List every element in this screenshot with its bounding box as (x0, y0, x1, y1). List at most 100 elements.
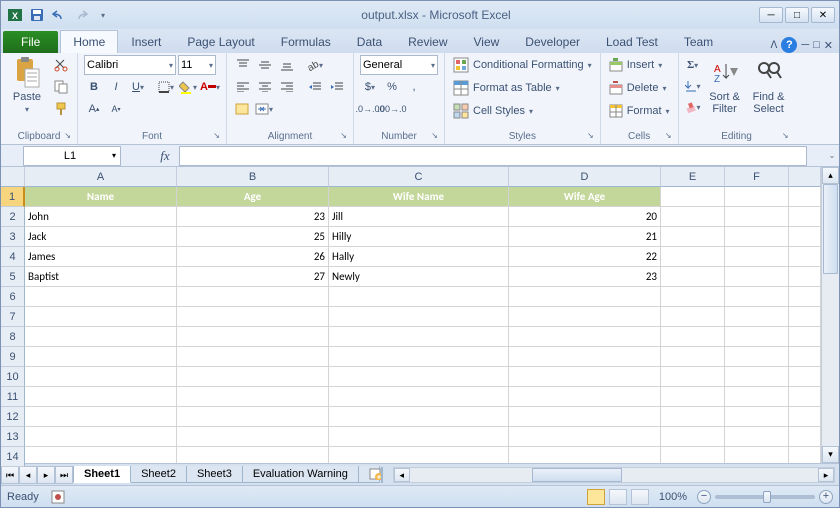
underline-button[interactable]: U▾ (128, 77, 148, 97)
align-top-button[interactable] (233, 55, 253, 75)
cell-grid[interactable]: NameAgeWife NameWife AgeJohn23Jill20Jack… (25, 187, 821, 463)
cell[interactable] (25, 287, 177, 307)
cell[interactable] (509, 447, 661, 463)
cell[interactable] (789, 407, 821, 427)
increase-font-button[interactable]: A▴ (84, 99, 104, 119)
cell[interactable]: Age (177, 187, 329, 207)
cell[interactable] (25, 407, 177, 427)
cell[interactable] (725, 307, 789, 327)
cell[interactable] (789, 367, 821, 387)
fill-button[interactable]: ▾ (685, 76, 701, 96)
delete-cells-button[interactable]: Delete▾ (607, 78, 672, 98)
cell[interactable] (329, 387, 509, 407)
file-tab[interactable]: File (3, 31, 58, 53)
name-box[interactable]: L1▾ (23, 146, 121, 166)
cell[interactable] (789, 187, 821, 207)
cell[interactable] (725, 267, 789, 287)
row-header-10[interactable]: 10 (1, 367, 25, 387)
cell[interactable] (509, 327, 661, 347)
cell[interactable] (25, 427, 177, 447)
expand-formula-bar-icon[interactable]: ⌄ (825, 151, 839, 160)
cell[interactable] (725, 227, 789, 247)
cell[interactable] (789, 207, 821, 227)
row-header-5[interactable]: 5 (1, 267, 25, 287)
ribbon-tab-developer[interactable]: Developer (512, 30, 593, 53)
cell[interactable] (177, 447, 329, 463)
column-headers[interactable]: ABCDEF (25, 167, 821, 187)
sheet-tab-sheet3[interactable]: Sheet3 (186, 466, 243, 483)
cell[interactable] (725, 187, 789, 207)
ribbon-tab-view[interactable]: View (461, 30, 513, 53)
cell[interactable] (661, 327, 725, 347)
cell[interactable] (789, 247, 821, 267)
cell[interactable] (329, 367, 509, 387)
normal-view-button[interactable] (587, 489, 605, 505)
insert-cells-button[interactable]: Insert▾ (607, 55, 672, 75)
clear-button[interactable]: ▾ (685, 97, 701, 117)
sort-filter-button[interactable]: AZ Sort & Filter (705, 55, 745, 117)
percent-format-button[interactable]: % (382, 77, 402, 97)
column-header-D[interactable]: D (509, 167, 661, 187)
cell[interactable] (725, 207, 789, 227)
sheet-nav-next[interactable]: ▸ (37, 466, 55, 484)
cell[interactable]: 22 (509, 247, 661, 267)
cell[interactable]: Wife Age (509, 187, 661, 207)
new-sheet-button[interactable] (358, 466, 380, 483)
cell[interactable] (25, 347, 177, 367)
scroll-up-icon[interactable]: ▴ (822, 167, 839, 184)
cell[interactable] (509, 287, 661, 307)
window-min-doc-icon[interactable]: ─ (801, 39, 809, 51)
comma-format-button[interactable]: , (404, 77, 424, 97)
cell[interactable] (177, 367, 329, 387)
number-format-combo[interactable]: General▾ (360, 55, 438, 75)
formula-bar[interactable] (179, 146, 807, 166)
sheet-tab-evaluation-warning[interactable]: Evaluation Warning (242, 466, 359, 483)
sheet-tab-sheet1[interactable]: Sheet1 (73, 466, 131, 483)
cell[interactable] (509, 307, 661, 327)
row-header-1[interactable]: 1 (1, 187, 25, 207)
cell[interactable] (789, 387, 821, 407)
cell[interactable] (725, 367, 789, 387)
cell[interactable]: 27 (177, 267, 329, 287)
zoom-level[interactable]: 100% (659, 491, 687, 503)
cell[interactable] (329, 427, 509, 447)
cell[interactable]: John (25, 207, 177, 227)
cell[interactable] (661, 347, 725, 367)
cell[interactable] (725, 447, 789, 463)
cell[interactable] (329, 307, 509, 327)
align-left-button[interactable] (233, 77, 253, 97)
orientation-button[interactable]: ab▾ (305, 55, 325, 75)
autosum-button[interactable]: Σ▾ (685, 55, 701, 75)
scroll-down-icon[interactable]: ▾ (822, 446, 839, 463)
cell[interactable]: Newly (329, 267, 509, 287)
save-icon[interactable] (27, 5, 47, 25)
cell[interactable] (177, 427, 329, 447)
select-all-corner[interactable] (1, 167, 25, 187)
sheet-nav-last[interactable]: ⏭ (55, 466, 73, 484)
font-name-combo[interactable]: Calibri▾ (84, 55, 176, 75)
cell[interactable] (177, 387, 329, 407)
excel-icon[interactable]: X (5, 5, 25, 25)
cell[interactable] (329, 327, 509, 347)
page-break-view-button[interactable] (631, 489, 649, 505)
cell[interactable] (25, 447, 177, 463)
cell[interactable] (789, 327, 821, 347)
cell[interactable] (661, 247, 725, 267)
undo-icon[interactable] (49, 5, 69, 25)
cell[interactable] (789, 227, 821, 247)
cell[interactable]: 23 (177, 207, 329, 227)
zoom-slider[interactable] (715, 495, 815, 499)
cell[interactable]: Baptist (25, 267, 177, 287)
copy-button[interactable] (51, 77, 71, 97)
cell[interactable] (661, 427, 725, 447)
decrease-font-button[interactable]: A▾ (106, 99, 126, 119)
cell[interactable]: 20 (509, 207, 661, 227)
row-header-11[interactable]: 11 (1, 387, 25, 407)
column-header-F[interactable]: F (725, 167, 789, 187)
cell[interactable] (661, 387, 725, 407)
cell[interactable]: Hally (329, 247, 509, 267)
cell[interactable] (25, 327, 177, 347)
row-header-9[interactable]: 9 (1, 347, 25, 367)
ribbon-tab-page-layout[interactable]: Page Layout (174, 30, 267, 53)
row-header-7[interactable]: 7 (1, 307, 25, 327)
